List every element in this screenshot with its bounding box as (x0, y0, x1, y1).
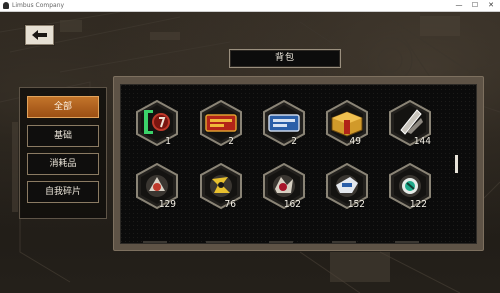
back-button[interactable] (25, 25, 54, 45)
category-consumables-button[interactable]: 消耗品 (27, 153, 99, 175)
category-sidebar: 全部 基础 消耗品 自我碎片 (19, 87, 107, 219)
item-count: 76 (224, 199, 236, 210)
item-count: 2 (291, 136, 297, 147)
item-count: 162 (283, 199, 301, 210)
inventory-scrollbar[interactable] (455, 155, 458, 173)
page-title: 背包 (274, 53, 295, 63)
close-button[interactable]: ✕ (484, 0, 498, 11)
item-count: 49 (349, 136, 361, 147)
page-header: 背包 (229, 49, 341, 68)
item-count: 122 (409, 199, 427, 210)
category-all-button[interactable]: 全部 (27, 96, 99, 118)
game-window: Limbus Company — ☐ ✕ 背包 全部 基础 消耗品 自我碎片 1… (0, 0, 500, 293)
item-count: 144 (413, 136, 431, 147)
item-count: 129 (158, 199, 176, 210)
category-basic-button[interactable]: 基础 (27, 125, 99, 147)
app-icon (3, 2, 9, 9)
category-ego-shards-button[interactable]: 自我碎片 (27, 181, 99, 203)
item-count: 1 (165, 136, 171, 147)
title-bar: Limbus Company — ☐ ✕ (0, 0, 500, 12)
minimize-button[interactable]: — (452, 0, 466, 11)
back-arrow-icon (32, 30, 47, 40)
item-count: 2 (228, 136, 234, 147)
item-count: 152 (347, 199, 365, 210)
maximize-button[interactable]: ☐ (468, 0, 482, 11)
window-title: Limbus Company (12, 2, 65, 9)
